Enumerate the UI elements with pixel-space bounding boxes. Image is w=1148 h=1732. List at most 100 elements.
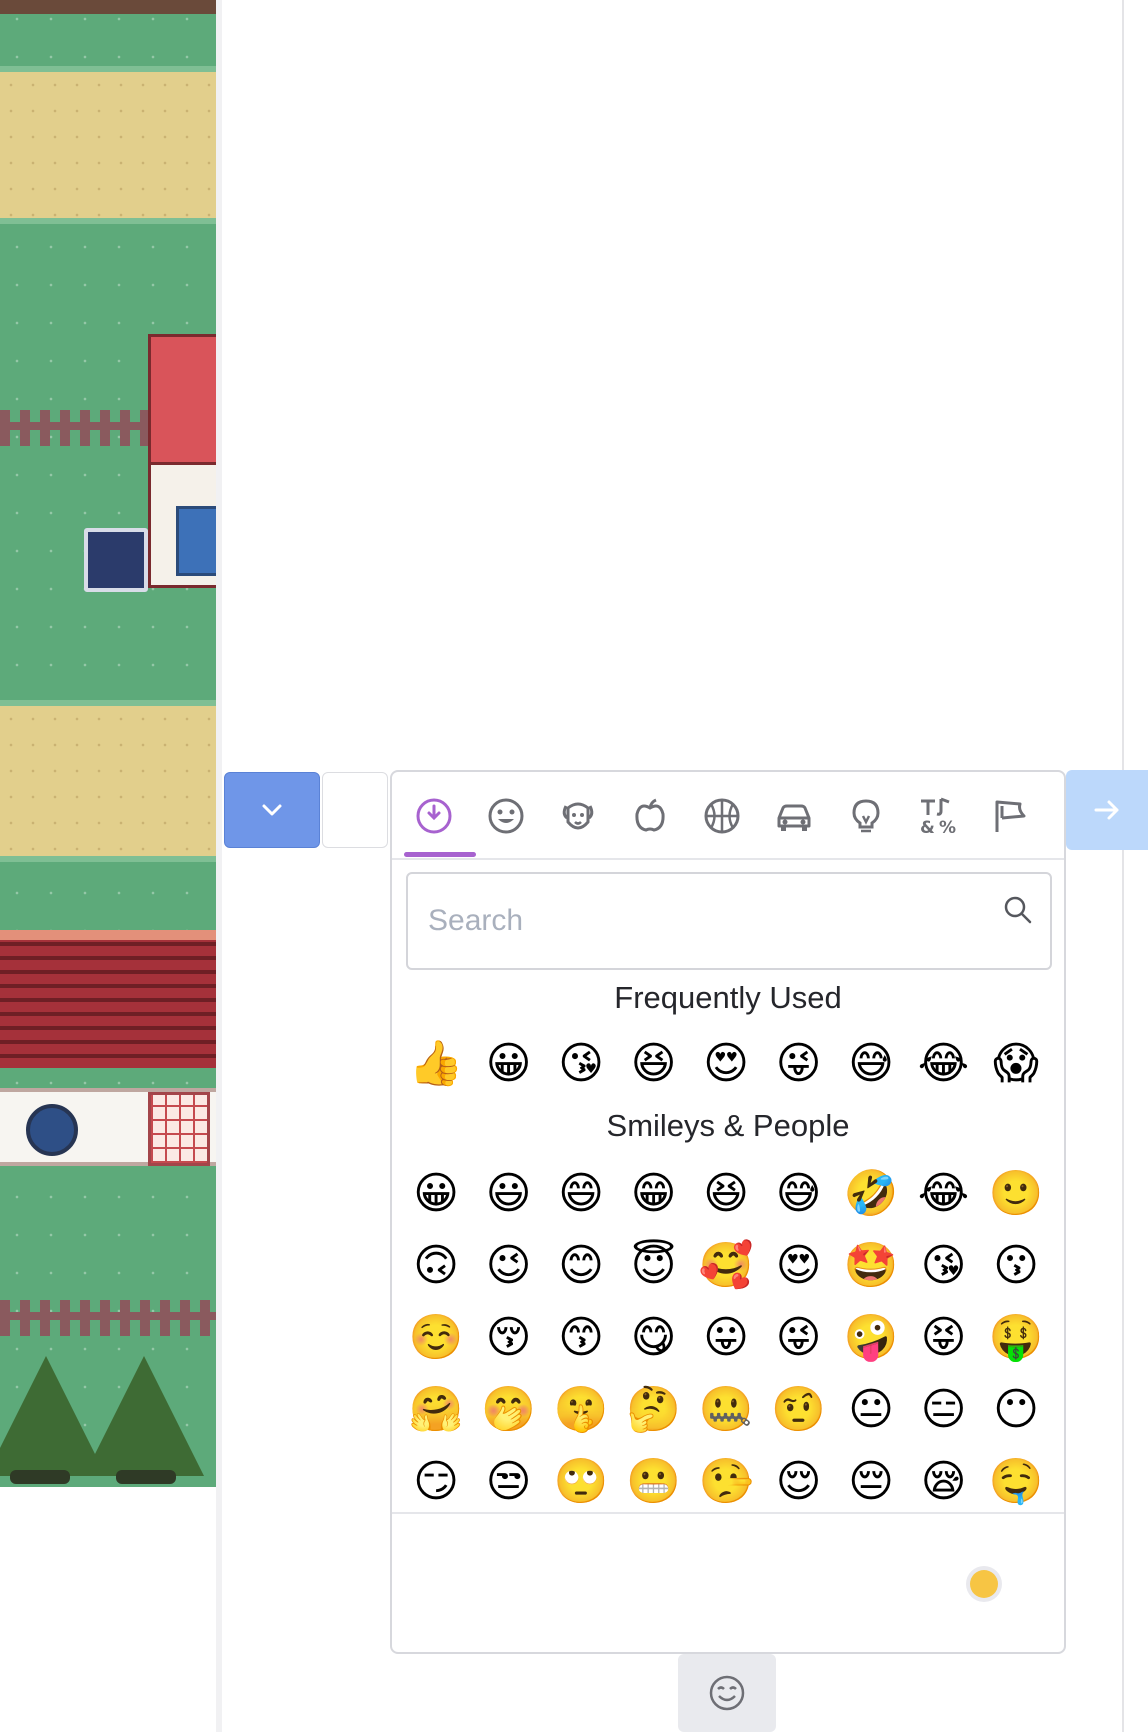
emoji-button[interactable]: 😍 (763, 1230, 835, 1302)
emoji-button[interactable]: 🤩 (835, 1230, 907, 1302)
emoji-button[interactable]: 😐 (835, 1374, 907, 1446)
dropdown-button[interactable] (224, 772, 320, 848)
emoji-button[interactable]: 😅 (835, 1028, 907, 1100)
tree (84, 1356, 204, 1476)
house-roof (148, 334, 216, 470)
emoji-button[interactable]: 🙄 (545, 1446, 617, 1518)
emoji-button[interactable]: 🤔 (618, 1374, 690, 1446)
emoji-button[interactable]: 😝 (908, 1302, 980, 1374)
emoji-button[interactable]: 😇 (618, 1230, 690, 1302)
svg-text:&: & (920, 818, 935, 837)
tab-recent[interactable] (408, 790, 460, 842)
fence (0, 410, 148, 446)
house-window (176, 506, 216, 576)
emoji-button[interactable]: 😑 (908, 1374, 980, 1446)
category-tabs: & % (392, 772, 1064, 860)
round-window (26, 1104, 78, 1156)
emoji-button[interactable]: 😅 (763, 1158, 835, 1230)
search-icon (1004, 896, 1032, 924)
tab-travel[interactable] (768, 790, 820, 842)
clock-icon (416, 798, 452, 834)
smileys-row: 😏 😒 🙄 😬 🤥 😌 😔 😪 🤤 (400, 1446, 1060, 1518)
smiley-icon (709, 1675, 745, 1711)
symbols-icon: & % (920, 797, 956, 837)
emoji-button[interactable]: 😊 (545, 1230, 617, 1302)
message-input[interactable] (322, 772, 388, 848)
tab-animals[interactable] (552, 790, 604, 842)
emoji-button[interactable]: 🤤 (980, 1446, 1052, 1518)
emoji-button[interactable]: 😂 (908, 1028, 980, 1100)
smileys-row: 😀 😃 😄 😁 😆 😅 🤣 😂 🙂 (400, 1158, 1060, 1230)
search-box (406, 872, 1052, 970)
emoji-button[interactable]: 😂 (908, 1158, 980, 1230)
emoji-button[interactable]: 😒 (473, 1446, 545, 1518)
emoji-button[interactable]: 😜 (763, 1028, 835, 1100)
emoji-button[interactable]: 👍 (400, 1028, 472, 1100)
tab-activities[interactable] (696, 790, 748, 842)
emoji-button[interactable]: 😋 (618, 1302, 690, 1374)
emoji-button[interactable]: 😘 (545, 1028, 617, 1100)
emoji-button[interactable]: ☺️ (400, 1302, 472, 1374)
right-border (1122, 0, 1124, 1732)
emoji-button[interactable]: 😙 (545, 1302, 617, 1374)
svg-text:%: % (939, 818, 956, 837)
emoji-button[interactable]: 🤨 (763, 1374, 835, 1446)
skin-tone-selector[interactable] (970, 1570, 998, 1598)
emoji-button[interactable]: 🤗 (400, 1374, 472, 1446)
emoji-button[interactable]: 🤐 (690, 1374, 762, 1446)
lightbulb-icon (852, 799, 880, 833)
section-title-frequently-used: Frequently Used (614, 980, 842, 1015)
emoji-button[interactable]: 🤪 (835, 1302, 907, 1374)
emoji-button[interactable]: 😪 (908, 1446, 980, 1518)
emoji-button[interactable]: 😱 (980, 1028, 1052, 1100)
send-button[interactable] (1066, 770, 1148, 850)
emoji-button[interactable]: 🤥 (690, 1446, 762, 1518)
emoji-button[interactable]: 😄 (545, 1158, 617, 1230)
tab-symbols[interactable]: & % (912, 790, 964, 842)
tab-objects[interactable] (840, 790, 892, 842)
emoji-picker: & % Frequently Used 👍😀😘😆😍😜😅😂😱 Smileys & … (390, 770, 1066, 1654)
emoji-button[interactable]: 😛 (690, 1302, 762, 1374)
fence (0, 1300, 216, 1336)
emoji-button[interactable]: 😗 (980, 1230, 1052, 1302)
emoji-button[interactable]: 🤫 (545, 1374, 617, 1446)
emoji-button[interactable]: 🥰 (690, 1230, 762, 1302)
search-input[interactable] (408, 874, 1050, 968)
game-canvas[interactable] (0, 0, 216, 1487)
emoji-button[interactable]: 😆 (618, 1028, 690, 1100)
building-roof (0, 930, 216, 1068)
emoji-button[interactable]: 😜 (763, 1302, 835, 1374)
emoji-button[interactable]: 😶 (980, 1374, 1052, 1446)
emoji-button[interactable]: 🤣 (835, 1158, 907, 1230)
tab-food[interactable] (624, 790, 676, 842)
emoji-button[interactable]: 😏 (400, 1446, 472, 1518)
emoji-button[interactable]: 🙂 (980, 1158, 1052, 1230)
frequently-used-row: 👍 😀 😘 😆 😍 😜 😅 😂 😱 (400, 1028, 1060, 1100)
emoji-button[interactable]: 🤑 (980, 1302, 1052, 1374)
dog-icon (562, 802, 594, 830)
emoji-button[interactable]: 😍 (690, 1028, 762, 1100)
panel-divider (216, 0, 222, 1732)
picker-footer (392, 1512, 1064, 1654)
apple-icon (635, 798, 665, 832)
emoji-button[interactable]: 🙃 (400, 1230, 472, 1302)
emoji-button[interactable]: 😆 (690, 1158, 762, 1230)
emoji-button[interactable]: 😘 (908, 1230, 980, 1302)
tab-smileys[interactable] (480, 790, 532, 842)
emoji-button[interactable]: 🤭 (473, 1374, 545, 1446)
chevron-down-icon (262, 804, 282, 816)
flag-icon (995, 800, 1026, 832)
emoji-button[interactable]: 😔 (835, 1446, 907, 1518)
emoji-button[interactable]: 😀 (400, 1158, 472, 1230)
emoji-button[interactable]: 😁 (618, 1158, 690, 1230)
tab-flags[interactable] (984, 790, 1036, 842)
emoji-button[interactable]: 😃 (473, 1158, 545, 1230)
arrow-right-icon (1094, 800, 1119, 820)
emoji-toggle-button[interactable] (678, 1654, 776, 1732)
emoji-button[interactable]: 😚 (473, 1302, 545, 1374)
emoji-button[interactable]: 😀 (473, 1028, 545, 1100)
basketball-icon (704, 798, 740, 834)
emoji-button[interactable]: 😌 (763, 1446, 835, 1518)
emoji-button[interactable]: 😬 (618, 1446, 690, 1518)
emoji-button[interactable]: 😉 (473, 1230, 545, 1302)
